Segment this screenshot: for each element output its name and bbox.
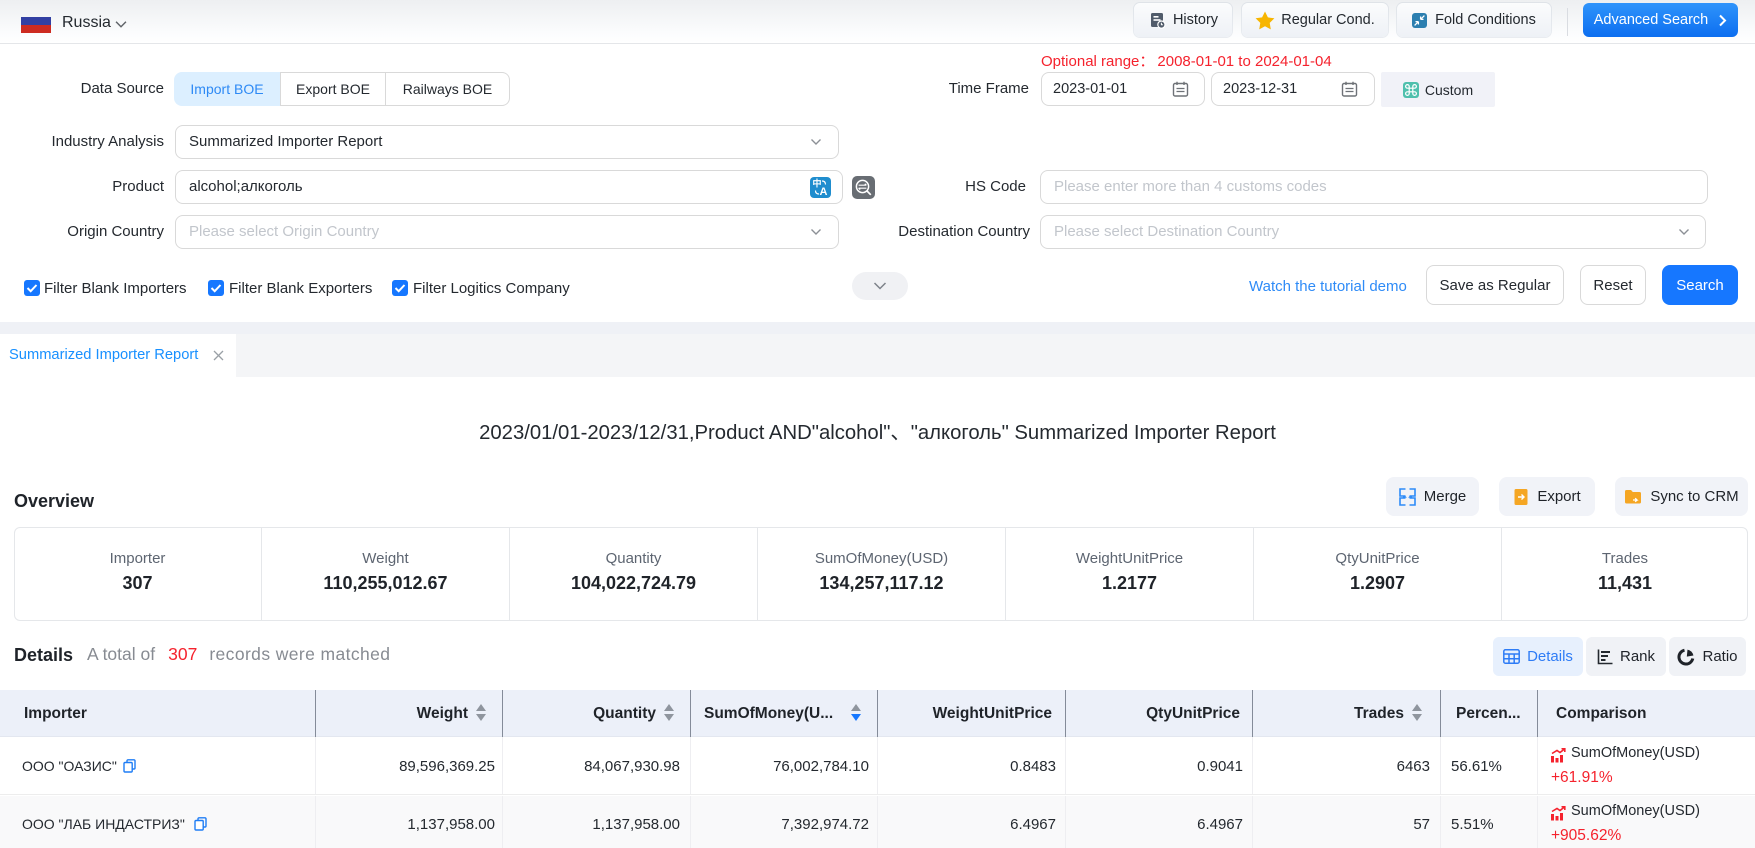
svg-text:A: A xyxy=(820,186,828,198)
